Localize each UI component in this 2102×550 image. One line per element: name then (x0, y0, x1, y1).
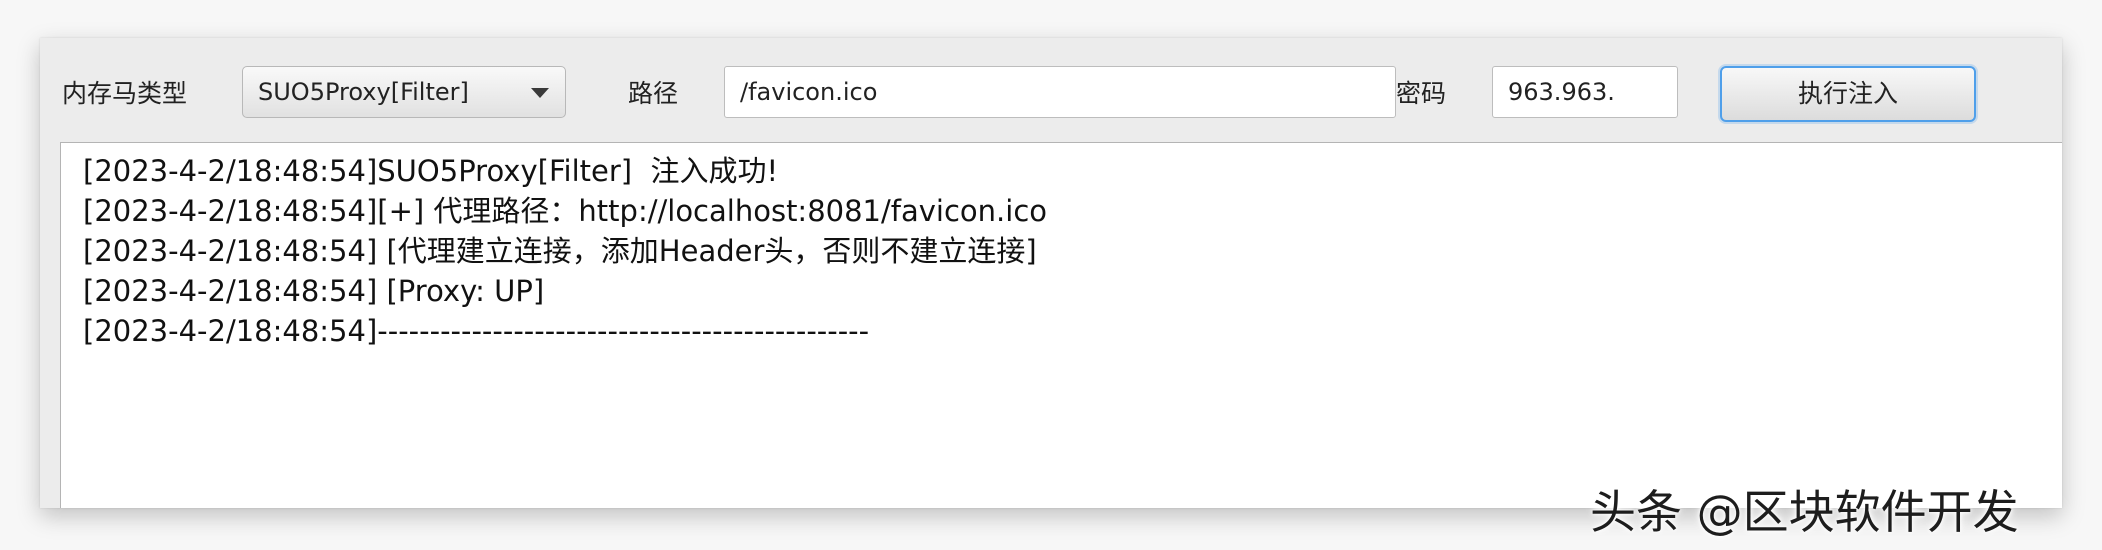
password-label: 密码 (1396, 79, 1447, 108)
log-line: [2023-4-2/18:48:54] [代理建立连接，添加Header头，否则… (83, 234, 1037, 268)
path-input[interactable] (724, 66, 1396, 118)
log-line: [2023-4-2/18:48:54]SUO5Proxy[Filter] 注入成… (83, 154, 779, 188)
path-label: 路径 (628, 79, 679, 108)
log-line: [2023-4-2/18:48:54][+] 代理路径：http://local… (83, 194, 1048, 228)
source-watermark: 头条 @区块软件开发 (1590, 485, 2019, 539)
password-input[interactable] (1492, 66, 1678, 118)
memshell-type-label: 内存马类型 (62, 79, 188, 108)
execute-inject-button[interactable]: 执行注入 (1720, 66, 1976, 122)
log-line: [2023-4-2/18:48:54]---------------------… (83, 314, 870, 348)
memshell-type-select[interactable]: SUO5Proxy[Filter] (242, 66, 566, 118)
app-window: 内存马类型 SUO5Proxy[Filter] 路径 密码 执行注入 [2023… (40, 38, 2062, 508)
chevron-down-icon (531, 88, 549, 98)
memshell-type-value: SUO5Proxy[Filter] (258, 78, 469, 106)
output-log-area[interactable]: [2023-4-2/18:48:54]SUO5Proxy[Filter] 注入成… (60, 142, 2062, 508)
log-line: [2023-4-2/18:48:54] [Proxy: UP] (83, 274, 545, 308)
